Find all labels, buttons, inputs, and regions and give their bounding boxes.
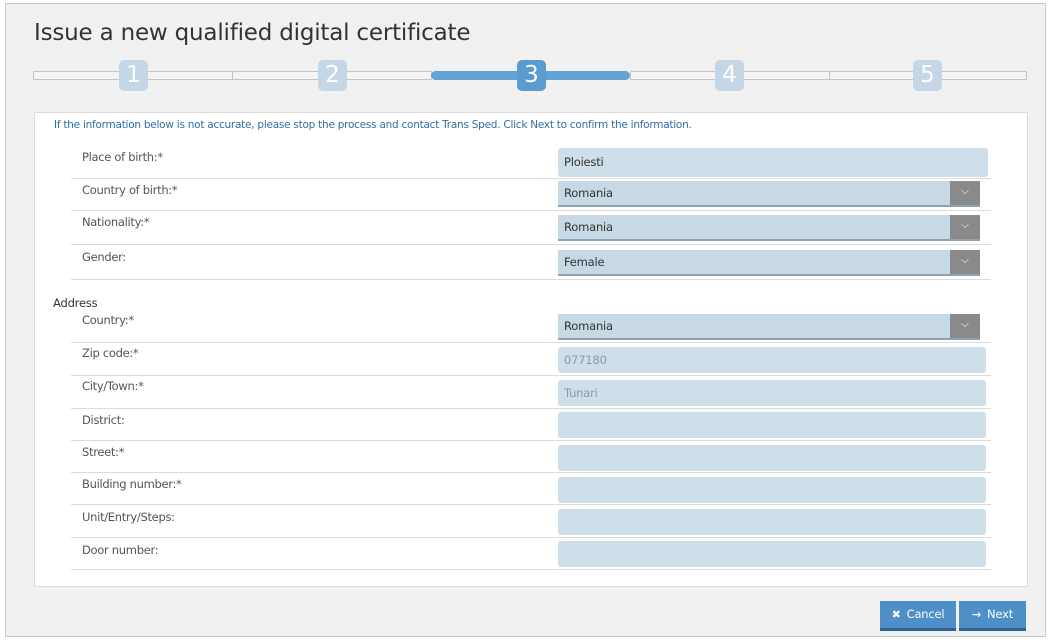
- page-title: Issue a new qualified digital certificat…: [34, 20, 471, 46]
- cancel-button[interactable]: ✖ Cancel: [880, 601, 956, 631]
- row-door: Door number:: [71, 538, 991, 570]
- progress-stepper: 1 2 3 4 5: [33, 58, 1027, 92]
- unit-field[interactable]: [558, 509, 986, 535]
- gender-label: Gender:: [82, 250, 126, 264]
- row-place-of-birth: Place of birth:* Ploiesti: [71, 147, 991, 179]
- chevron-down-icon[interactable]: ⌵: [950, 314, 980, 338]
- door-label: Door number:: [82, 543, 159, 557]
- country-of-birth-label: Country of birth:*: [82, 183, 178, 197]
- step-4: 4: [715, 60, 744, 91]
- place-of-birth-label: Place of birth:*: [82, 150, 163, 164]
- country-value: Romania: [564, 319, 613, 333]
- chevron-down-icon[interactable]: ⌵: [950, 215, 980, 239]
- city-field[interactable]: Tunari: [558, 380, 986, 406]
- row-district: District:: [71, 409, 991, 441]
- next-label: Next: [987, 607, 1014, 621]
- building-field[interactable]: [558, 477, 986, 503]
- country-of-birth-value: Romania: [564, 186, 613, 200]
- step-2: 2: [318, 60, 347, 91]
- building-label: Building number:*: [82, 477, 182, 491]
- country-of-birth-select[interactable]: Romania ⌵: [558, 181, 980, 207]
- row-nationality: Nationality:* Romania ⌵: [71, 211, 991, 245]
- step-5: 5: [913, 60, 942, 91]
- row-gender: Gender: Female ⌵: [71, 245, 991, 280]
- nationality-value: Romania: [564, 220, 613, 234]
- next-button[interactable]: → Next: [959, 601, 1026, 631]
- step-3-current: 3: [517, 60, 546, 91]
- zip-label: Zip code:*: [82, 346, 139, 360]
- row-city: City/Town:* Tunari: [71, 376, 991, 409]
- row-country: Country:* Romania ⌵: [71, 311, 991, 343]
- step-1: 1: [119, 60, 148, 91]
- form-panel: If the information below is not accurate…: [34, 112, 1028, 587]
- row-street: Street:*: [71, 441, 991, 473]
- nationality-label: Nationality:*: [82, 215, 150, 229]
- cancel-label: Cancel: [906, 607, 945, 621]
- row-country-of-birth: Country of birth:* Romania ⌵: [71, 179, 991, 211]
- district-field[interactable]: [558, 412, 986, 438]
- place-of-birth-field[interactable]: Ploiesti: [558, 148, 988, 177]
- info-notice: If the information below is not accurate…: [54, 119, 692, 131]
- row-building: Building number:*: [71, 473, 991, 505]
- door-field[interactable]: [558, 541, 986, 567]
- close-icon: ✖: [891, 608, 901, 621]
- country-label: Country:*: [82, 313, 134, 327]
- street-label: Street:*: [82, 445, 125, 459]
- address-heading: Address: [53, 296, 98, 310]
- gender-value: Female: [564, 255, 605, 269]
- city-label: City/Town:*: [82, 379, 144, 393]
- street-field[interactable]: [558, 445, 986, 471]
- chevron-down-icon[interactable]: ⌵: [950, 181, 980, 205]
- country-select[interactable]: Romania ⌵: [558, 314, 980, 340]
- gender-select[interactable]: Female ⌵: [558, 250, 980, 276]
- row-unit: Unit/Entry/Steps:: [71, 505, 991, 538]
- zip-field[interactable]: 077180: [558, 347, 986, 373]
- chevron-down-icon[interactable]: ⌵: [950, 250, 980, 274]
- unit-label: Unit/Entry/Steps:: [82, 510, 175, 524]
- row-zip: Zip code:* 077180: [71, 343, 991, 376]
- district-label: District:: [82, 413, 125, 427]
- nationality-select[interactable]: Romania ⌵: [558, 215, 980, 241]
- arrow-right-icon: →: [971, 608, 982, 621]
